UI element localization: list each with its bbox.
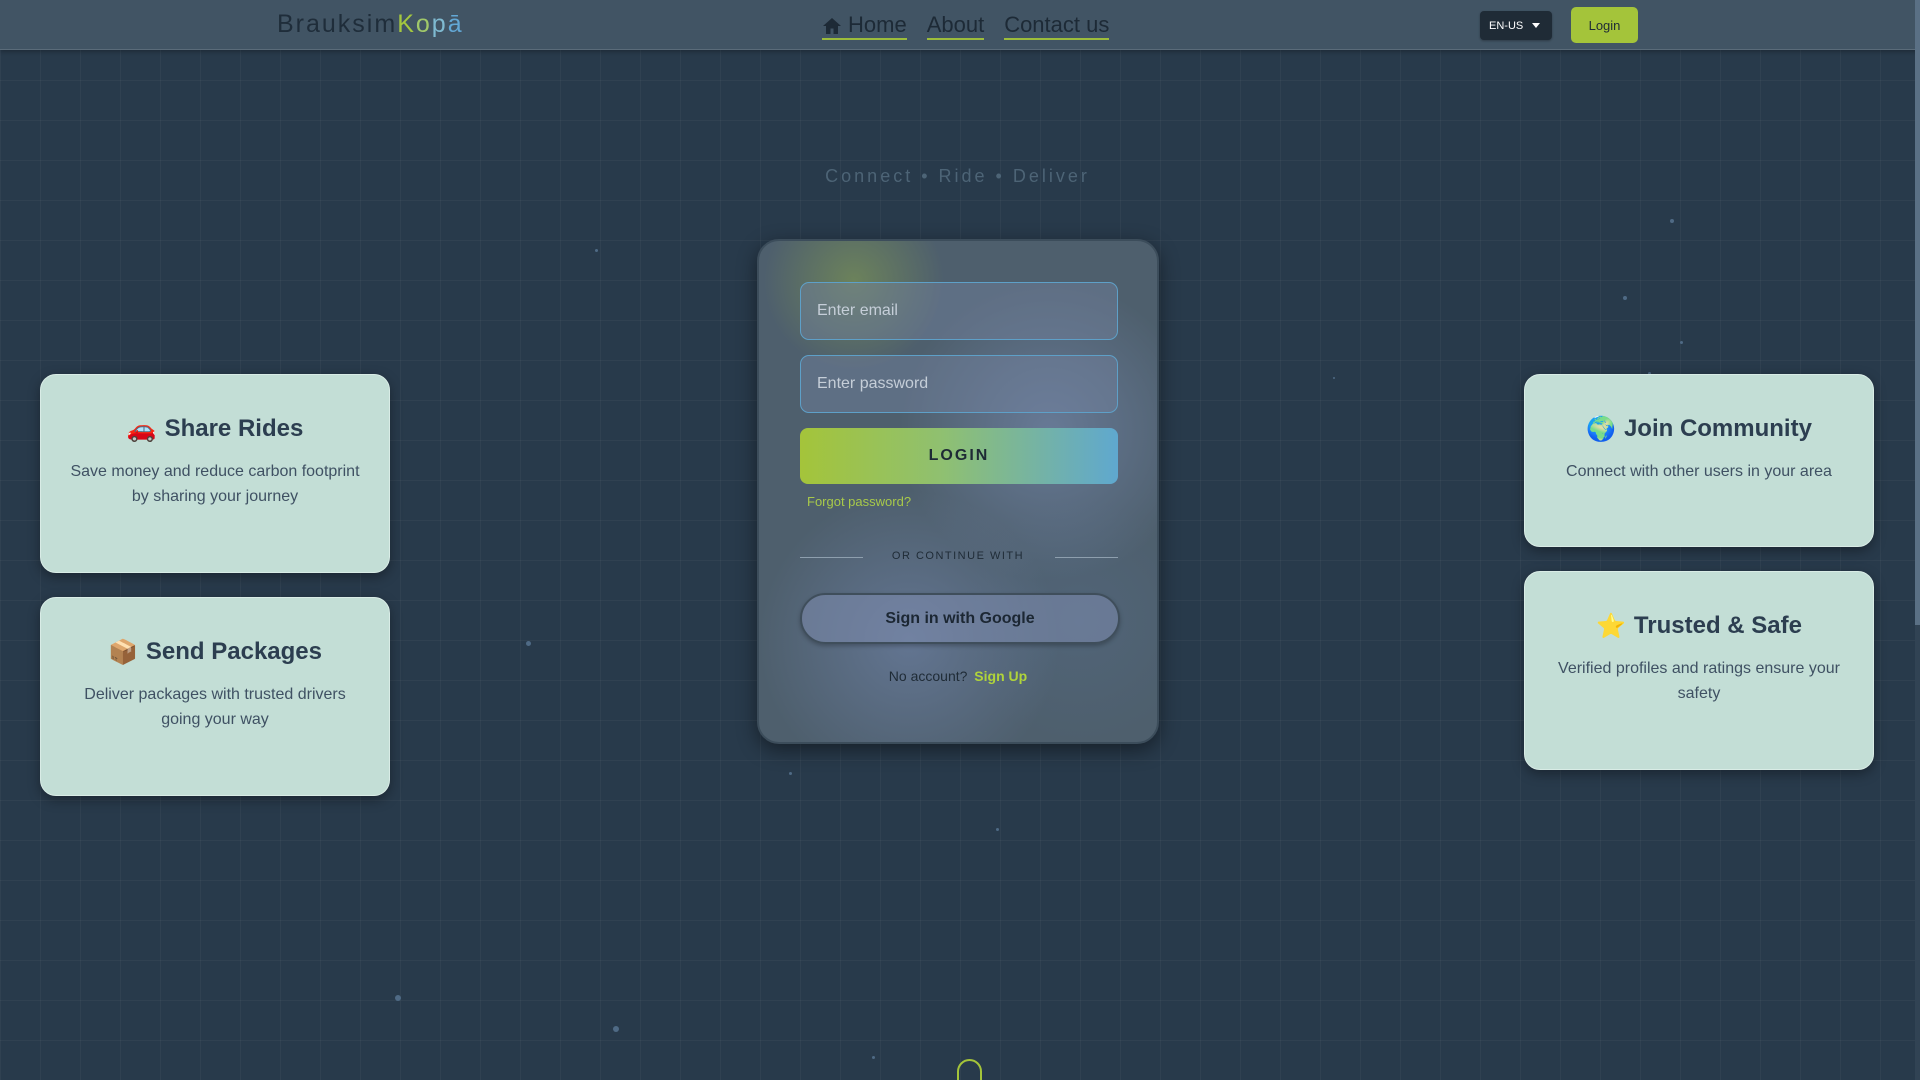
nav-link-label: Contact us (1004, 12, 1110, 37)
caret-down-icon (1532, 23, 1541, 28)
nav-link-about[interactable]: About (926, 12, 985, 40)
divider-label: OR CONTINUE WITH (891, 550, 1025, 562)
particle (595, 249, 598, 252)
tagline: Connect • Ride • Deliver (825, 166, 1090, 186)
password-field[interactable] (800, 355, 1118, 413)
feature-title: 📦 Send Packages (41, 638, 389, 666)
brand-letter: ā (447, 10, 464, 38)
brand-logo[interactable]: BrauksimKopā (277, 10, 464, 39)
feature-title: 🚗 Share Rides (41, 415, 389, 443)
particle (1623, 296, 1627, 300)
particle (789, 772, 792, 775)
feature-title-text: Share Rides (164, 415, 304, 442)
signup-row: No account? Sign Up (759, 668, 1157, 684)
email-field[interactable] (800, 282, 1118, 340)
feature-card-send-packages: 📦 Send Packages Deliver packages with tr… (40, 597, 390, 796)
divider-line (1055, 557, 1118, 558)
language-dropdown[interactable]: EN-US (1480, 11, 1552, 40)
brand-letter: p (431, 10, 448, 38)
feature-title: ⭐ Trusted & Safe (1525, 612, 1873, 640)
feature-description: Verified profiles and ratings ensure you… (1558, 660, 1840, 702)
particle (395, 995, 401, 1001)
feature-description: Deliver packages with trusted drivers go… (84, 686, 346, 728)
scrollbar-thumb[interactable] (1915, 0, 1920, 625)
forgot-password-link[interactable]: Forgot password? (807, 494, 911, 509)
car-icon: 🚗 (126, 415, 157, 443)
nav-link-label: About (926, 12, 985, 37)
nav-link-home[interactable]: Home (822, 13, 907, 40)
no-account-label: No account? (888, 668, 968, 684)
brand-letter: o (415, 10, 432, 38)
scroll-down-indicator[interactable] (957, 1059, 982, 1080)
language-value: EN-US (1489, 19, 1524, 32)
navbar: BrauksimKopā Home About Contact us EN-US… (0, 0, 1920, 50)
feature-title: 🌍 Join Community (1525, 415, 1873, 443)
particle (996, 828, 999, 831)
home-icon (822, 16, 842, 34)
nav-link-label: Home (848, 12, 907, 37)
feature-card-share-rides: 🚗 Share Rides Save money and reduce carb… (40, 374, 390, 573)
brand-letter: K (397, 10, 416, 38)
login-submit-button[interactable]: LOGIN (800, 428, 1118, 484)
particle (613, 1026, 619, 1032)
login-card: LOGIN Forgot password? OR CONTINUE WITH … (757, 239, 1159, 744)
particle (1680, 341, 1683, 344)
globe-icon: 🌍 (1586, 415, 1616, 443)
particle (872, 1056, 875, 1059)
feature-card-join-community: 🌍 Join Community Connect with other user… (1524, 374, 1874, 547)
feature-card-trusted-safe: ⭐ Trusted & Safe Verified profiles and r… (1524, 571, 1874, 770)
feature-title-text: Send Packages (145, 638, 322, 665)
star-icon: ⭐ (1596, 612, 1626, 640)
signup-link[interactable]: Sign Up (974, 668, 1027, 684)
nav-login-button[interactable]: Login (1571, 7, 1638, 43)
google-signin-button[interactable]: Sign in with Google (800, 593, 1120, 644)
particle (526, 641, 531, 646)
nav-link-contact[interactable]: Contact us (1004, 12, 1110, 40)
feature-description: Save money and reduce carbon footprint b… (70, 463, 360, 505)
brand-prefix: Brauksim (277, 10, 398, 38)
feature-title-text: Join Community (1623, 415, 1812, 442)
particle (1333, 377, 1335, 379)
nav-links: Home About Contact us (822, 12, 1110, 40)
feature-description: Connect with other users in your area (1566, 463, 1832, 480)
particle (1670, 219, 1674, 223)
feature-title-text: Trusted & Safe (1633, 612, 1802, 639)
package-icon: 📦 (108, 638, 138, 666)
